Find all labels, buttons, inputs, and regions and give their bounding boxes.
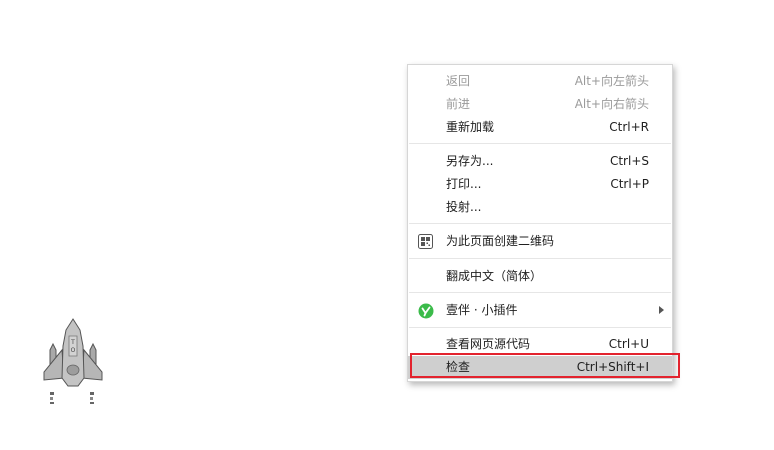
menu-item-shortcut: Ctrl+U bbox=[608, 337, 649, 351]
menu-item-create-qr-code[interactable]: 为此页面创建二维码 bbox=[408, 230, 672, 253]
menu-separator bbox=[409, 292, 671, 293]
menu-item-shortcut: Ctrl+S bbox=[609, 154, 649, 168]
spaceship-sprite-icon: T O bbox=[43, 318, 103, 404]
menu-item-label: 查看网页源代码 bbox=[446, 337, 531, 351]
chevron-right-icon bbox=[659, 306, 664, 314]
menu-item-shortcut: Ctrl+R bbox=[609, 120, 649, 134]
context-menu: 返回 Alt+向左箭头 前进 Alt+向右箭头 重新加载 Ctrl+R 另存为.… bbox=[407, 64, 673, 382]
menu-item-label: 翻成中文（简体） bbox=[446, 269, 543, 283]
menu-item-cast[interactable]: 投射... bbox=[408, 196, 672, 219]
menu-item-label: 另存为... bbox=[446, 154, 494, 168]
menu-item-print[interactable]: 打印... Ctrl+P bbox=[408, 173, 672, 196]
menu-item-label: 重新加载 bbox=[446, 120, 495, 134]
menu-item-save-as[interactable]: 另存为... Ctrl+S bbox=[408, 150, 672, 173]
yiban-extension-icon bbox=[418, 303, 434, 319]
menu-item-label: 返回 bbox=[446, 74, 471, 88]
menu-separator bbox=[409, 258, 671, 259]
menu-item-label: 前进 bbox=[446, 97, 471, 111]
menu-item-label: 打印... bbox=[446, 177, 482, 191]
highlight-box bbox=[410, 353, 680, 378]
svg-text:O: O bbox=[71, 347, 76, 354]
menu-item-back[interactable]: 返回 Alt+向左箭头 bbox=[408, 70, 672, 93]
menu-item-shortcut: Alt+向左箭头 bbox=[574, 74, 649, 88]
page: T O 返回 Alt+向左箭头 前进 Alt+向右箭头 重新加载 Ctrl+R … bbox=[0, 0, 774, 450]
menu-item-yiban-extension[interactable]: 壹伴 · 小插件 bbox=[408, 299, 672, 322]
menu-item-reload[interactable]: 重新加载 Ctrl+R bbox=[408, 116, 672, 139]
menu-separator bbox=[409, 223, 671, 224]
menu-item-shortcut: Ctrl+P bbox=[610, 177, 649, 191]
menu-item-label: 为此页面创建二维码 bbox=[446, 234, 555, 248]
menu-item-forward[interactable]: 前进 Alt+向右箭头 bbox=[408, 93, 672, 116]
qr-code-icon bbox=[418, 234, 433, 249]
menu-item-translate[interactable]: 翻成中文（简体） bbox=[408, 265, 672, 288]
menu-separator bbox=[409, 327, 671, 328]
menu-separator bbox=[409, 143, 671, 144]
menu-item-label: 壹伴 · 小插件 bbox=[446, 303, 518, 317]
menu-item-shortcut: Alt+向右箭头 bbox=[574, 97, 649, 111]
menu-item-label: 投射... bbox=[446, 200, 482, 214]
svg-text:T: T bbox=[70, 339, 75, 346]
